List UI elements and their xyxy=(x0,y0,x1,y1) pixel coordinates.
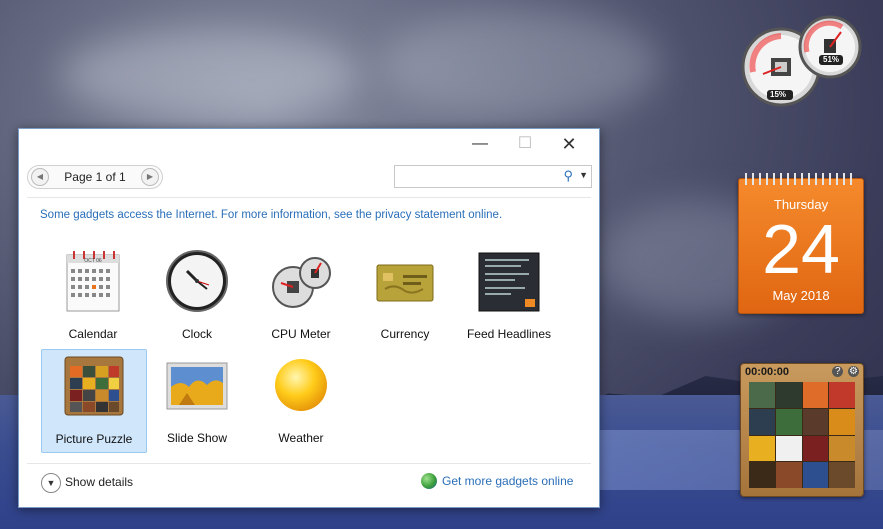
puzzle-timer: 00:00:00 xyxy=(745,366,790,378)
page-indicator: Page 1 of 1 xyxy=(64,170,126,184)
picture-puzzle-gadget[interactable]: 00:00:00 ? ⚙ xyxy=(740,363,864,497)
gadget-label: Weather xyxy=(278,431,324,445)
puzzle-tile[interactable] xyxy=(802,462,829,488)
gadget-currency[interactable]: Currency xyxy=(353,245,457,347)
calendar-rings xyxy=(745,173,857,185)
gadget-clock[interactable]: Clock xyxy=(145,245,249,347)
puzzle-tile[interactable] xyxy=(749,382,775,408)
toolbar: ◀ Page 1 of 1 ▶ ⚲ ▼ xyxy=(27,165,592,189)
calendar-month-year: May 2018 xyxy=(772,288,830,303)
gadget-label: Slide Show xyxy=(166,431,228,445)
gadget-label: Clock xyxy=(181,327,212,341)
page-navigator: ◀ Page 1 of 1 ▶ xyxy=(27,165,163,189)
previous-page-button[interactable]: ◀ xyxy=(31,168,49,186)
hint-icon[interactable]: ⚙ xyxy=(848,366,859,377)
gadget-label: Calendar xyxy=(68,327,118,341)
help-icon[interactable]: ? xyxy=(832,366,844,377)
weather-icon xyxy=(275,359,327,411)
calendar-gadget[interactable]: Thursday 24 May 2018 xyxy=(738,173,864,314)
puzzle-tile[interactable] xyxy=(829,382,855,408)
puzzle-grid[interactable] xyxy=(749,382,855,488)
cpu-meter-icon xyxy=(741,15,862,107)
gadget-label: Picture Puzzle xyxy=(55,432,133,446)
puzzle-tile[interactable] xyxy=(829,462,855,488)
cpu-meter-gadget[interactable]: 15% 51% xyxy=(737,12,867,107)
puzzle-tile[interactable] xyxy=(802,435,829,462)
gadget-cpu-meter[interactable]: CPU Meter xyxy=(249,245,353,347)
maximize-button[interactable]: ☐ xyxy=(510,133,540,155)
puzzle-tile[interactable] xyxy=(802,408,829,435)
show-details-label[interactable]: Show details xyxy=(65,475,133,489)
puzzle-tile[interactable] xyxy=(829,408,855,435)
title-bar: — ☐ ✕ xyxy=(19,129,599,159)
picture-puzzle-icon xyxy=(64,356,124,416)
gadget-calendar[interactable]: OCT 06 Calendar xyxy=(41,245,145,347)
puzzle-tile[interactable] xyxy=(749,435,775,462)
calendar-icon-month: OCT 06 xyxy=(84,258,102,264)
gadget-label: Feed Headlines xyxy=(466,327,552,341)
privacy-info-link[interactable]: Some gadgets access the Internet. For mo… xyxy=(40,209,502,221)
gadget-weather[interactable]: Weather xyxy=(249,349,353,451)
cpu-meter-icon xyxy=(272,257,331,308)
puzzle-tile[interactable] xyxy=(829,435,855,462)
divider xyxy=(27,463,591,464)
gadget-gallery-window: — ☐ ✕ ◀ Page 1 of 1 ▶ ⚲ ▼ Some gadgets a… xyxy=(18,128,600,508)
puzzle-tile[interactable] xyxy=(775,462,802,488)
calendar-day-number: 24 xyxy=(762,210,840,288)
clock-icon xyxy=(166,250,228,312)
search-dropdown-icon[interactable]: ▼ xyxy=(579,170,588,180)
gadget-label: Currency xyxy=(380,327,430,341)
cloud xyxy=(60,30,360,120)
slide-show-icon xyxy=(166,362,228,410)
gadget-picture-puzzle[interactable]: Picture Puzzle xyxy=(41,349,147,453)
gadget-slide-show[interactable]: Slide Show xyxy=(145,349,249,451)
minimize-button[interactable]: — xyxy=(465,133,495,155)
puzzle-tile[interactable] xyxy=(802,382,829,408)
close-button[interactable]: ✕ xyxy=(554,133,584,155)
globe-icon xyxy=(421,473,437,489)
memory-usage-value: 51% xyxy=(823,55,840,64)
next-page-button[interactable]: ▶ xyxy=(141,168,159,186)
puzzle-tile[interactable] xyxy=(749,462,775,488)
search-icon[interactable]: ⚲ xyxy=(563,168,573,184)
search-input[interactable] xyxy=(399,168,553,186)
calendar-icon: OCT 06 xyxy=(66,251,120,312)
currency-icon xyxy=(376,264,434,302)
show-details-toggle[interactable]: ▼ xyxy=(41,473,61,493)
puzzle-tile[interactable] xyxy=(749,408,775,435)
puzzle-tile[interactable] xyxy=(775,435,802,462)
cloud xyxy=(380,10,660,120)
divider xyxy=(27,197,591,198)
get-more-gadgets-link[interactable]: Get more gadgets online xyxy=(442,474,573,488)
puzzle-tile[interactable] xyxy=(775,382,802,408)
gadget-label: CPU Meter xyxy=(271,327,331,341)
cpu-usage-value: 15% xyxy=(770,90,787,99)
puzzle-tile[interactable] xyxy=(775,408,802,435)
gadget-feed-headlines[interactable]: Feed Headlines xyxy=(457,245,561,347)
search-box[interactable]: ⚲ ▼ xyxy=(394,165,592,188)
feed-headlines-icon xyxy=(478,252,540,312)
